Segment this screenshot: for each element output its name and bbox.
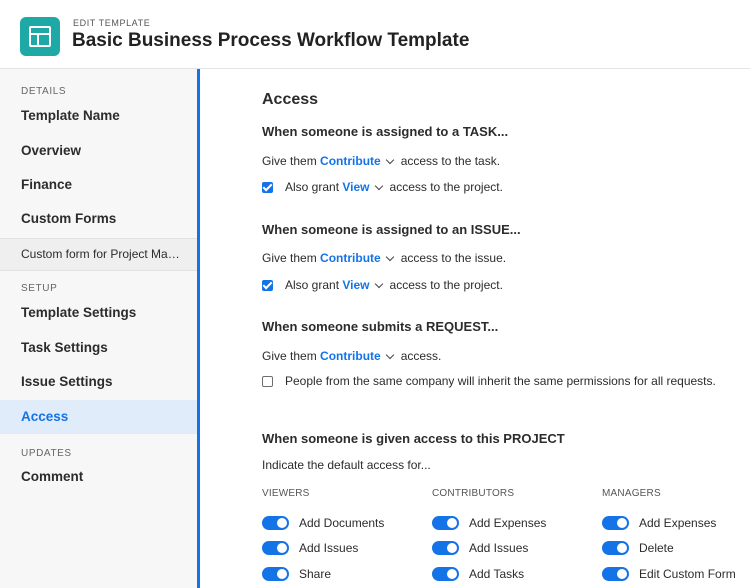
managers-label: MANAGERS bbox=[602, 488, 661, 499]
sidebar-item-custom-form-project[interactable]: Custom form for Project Mater... bbox=[0, 238, 197, 271]
task-access-dropdown[interactable]: Contribute bbox=[320, 154, 381, 168]
task-give-line: Give them Contribute access to the task. bbox=[262, 154, 501, 168]
request-access-dropdown[interactable]: Contribute bbox=[320, 349, 381, 363]
viewers-add-documents-toggle[interactable] bbox=[262, 516, 289, 530]
page-header: EDIT TEMPLATE Basic Business Process Wor… bbox=[0, 0, 750, 69]
header-eyebrow: EDIT TEMPLATE bbox=[73, 18, 151, 28]
chevron-down-icon[interactable] bbox=[385, 253, 394, 262]
sidebar-item-finance[interactable]: Finance bbox=[0, 168, 197, 202]
main-content: Access When someone is assigned to a TAS… bbox=[200, 69, 750, 588]
request-inherit-checkbox[interactable] bbox=[262, 375, 273, 387]
chevron-down-icon[interactable] bbox=[385, 351, 394, 360]
contributors-add-issues-toggle[interactable] bbox=[432, 541, 459, 555]
sidebar-item-template-name[interactable]: Template Name bbox=[0, 99, 197, 133]
issue-give-line: Give them Contribute access to the issue. bbox=[262, 251, 507, 265]
sidebar-item-template-settings[interactable]: Template Settings bbox=[0, 296, 197, 330]
sidebar-item-overview[interactable]: Overview bbox=[0, 134, 197, 168]
chevron-down-icon[interactable] bbox=[374, 181, 383, 190]
issue-access-dropdown[interactable]: Contribute bbox=[320, 251, 381, 265]
chevron-down-icon[interactable] bbox=[385, 156, 394, 165]
template-layout-icon bbox=[20, 17, 60, 56]
request-inherit-line: People from the same company will inheri… bbox=[262, 374, 716, 388]
issue-grant-checkbox[interactable] bbox=[262, 279, 273, 291]
issue-grant-dropdown[interactable]: View bbox=[342, 278, 369, 292]
sidebar-item-comment[interactable]: Comment bbox=[0, 460, 197, 494]
request-heading: When someone submits a REQUEST... bbox=[262, 319, 499, 334]
task-grant-checkbox[interactable] bbox=[262, 181, 273, 193]
sidebar-item-custom-forms[interactable]: Custom Forms bbox=[0, 202, 197, 236]
page-title: Basic Business Process Workflow Template bbox=[72, 30, 470, 51]
viewers-share-toggle[interactable] bbox=[262, 567, 289, 581]
task-heading: When someone is assigned to a TASK... bbox=[262, 124, 509, 139]
contributors-label: CONTRIBUTORS bbox=[432, 488, 515, 499]
managers-edit-custom-form-toggle[interactable] bbox=[602, 567, 629, 581]
managers-toggle-row: Edit Custom Form bbox=[602, 567, 736, 581]
viewers-toggle-row: Share bbox=[262, 567, 331, 581]
contributors-toggle-row: Add Issues bbox=[432, 541, 528, 555]
contributors-toggle-row: Add Tasks bbox=[432, 567, 524, 581]
managers-toggle-row: Add Expenses bbox=[602, 516, 716, 530]
section-label-updates: UPDATES bbox=[21, 448, 72, 459]
sidebar-item-task-settings[interactable]: Task Settings bbox=[0, 331, 197, 365]
viewers-label: VIEWERS bbox=[262, 488, 310, 499]
request-give-line: Give them Contribute access. bbox=[262, 349, 442, 363]
project-intro: Indicate the default access for... bbox=[262, 458, 431, 472]
issue-grant-line: Also grant View access to the project. bbox=[262, 278, 503, 292]
section-label-details: DETAILS bbox=[21, 86, 67, 97]
chevron-down-icon[interactable] bbox=[374, 279, 383, 288]
contributors-toggle-row: Add Expenses bbox=[432, 516, 546, 530]
contributors-add-expenses-toggle[interactable] bbox=[432, 516, 459, 530]
viewers-toggle-row: Add Issues bbox=[262, 541, 358, 555]
section-label-setup: SETUP bbox=[21, 283, 58, 294]
sidebar-item-issue-settings[interactable]: Issue Settings bbox=[0, 365, 197, 399]
task-grant-line: Also grant View access to the project. bbox=[262, 180, 503, 194]
managers-delete-toggle[interactable] bbox=[602, 541, 629, 555]
project-heading: When someone is given access to this PRO… bbox=[262, 431, 565, 446]
managers-add-expenses-toggle[interactable] bbox=[602, 516, 629, 530]
task-grant-dropdown[interactable]: View bbox=[342, 180, 369, 194]
section-title: Access bbox=[262, 91, 319, 108]
sidebar: DETAILS Template Name Overview Finance C… bbox=[0, 69, 200, 588]
viewers-add-issues-toggle[interactable] bbox=[262, 541, 289, 555]
managers-toggle-row: Delete bbox=[602, 541, 674, 555]
sidebar-item-access[interactable]: Access bbox=[0, 400, 197, 434]
viewers-toggle-row: Add Documents bbox=[262, 516, 384, 530]
issue-heading: When someone is assigned to an ISSUE... bbox=[262, 222, 521, 237]
contributors-add-tasks-toggle[interactable] bbox=[432, 567, 459, 581]
